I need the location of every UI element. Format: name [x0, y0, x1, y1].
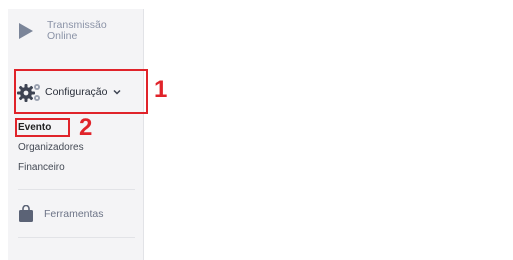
sidebar-item-ferramentas[interactable]: Ferramentas [18, 205, 104, 223]
play-icon [19, 23, 33, 39]
sidebar-item-label: Ferramentas [44, 208, 104, 220]
sidebar-item-label: Transmissão Online [47, 19, 107, 42]
step-number-2: 2 [79, 114, 93, 141]
divider [18, 189, 135, 190]
sidebar-item-transmissao[interactable]: Transmissão Online [17, 20, 117, 42]
divider [18, 237, 135, 238]
highlight-box-configuracao [14, 69, 148, 114]
bag-icon [19, 205, 33, 222]
highlight-box-evento [15, 118, 70, 137]
submenu-item-financeiro[interactable]: Financeiro [18, 162, 65, 173]
step-number-1: 1 [154, 76, 168, 103]
submenu-item-organizadores[interactable]: Organizadores [18, 142, 84, 153]
